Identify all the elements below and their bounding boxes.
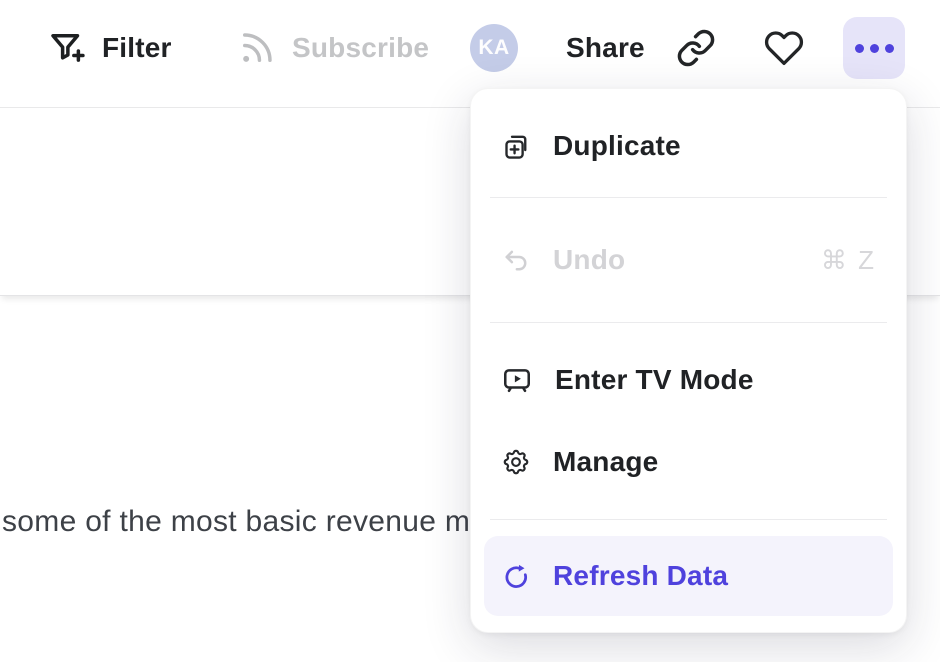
refresh-icon xyxy=(501,561,531,591)
menu-item-label: Duplicate xyxy=(553,130,681,162)
rss-icon xyxy=(236,27,278,69)
share-label: Share xyxy=(566,32,645,64)
menu-item-enter-tv-mode[interactable]: Enter TV Mode xyxy=(484,339,893,421)
menu-item-label: Refresh Data xyxy=(553,560,728,592)
subscribe-label: Subscribe xyxy=(292,32,429,64)
ellipsis-icon xyxy=(855,44,864,53)
menu-divider xyxy=(490,519,887,520)
heart-icon xyxy=(764,28,804,68)
filter-button[interactable]: Filter xyxy=(46,27,172,69)
menu-item-undo[interactable]: Undo ⌘ Z xyxy=(484,214,893,306)
menu-item-label: Undo xyxy=(553,244,625,276)
menu-divider xyxy=(490,322,887,323)
more-options-button[interactable] xyxy=(843,17,905,79)
keyboard-shortcut: ⌘ Z xyxy=(821,245,876,276)
avatar[interactable]: KA xyxy=(470,24,518,72)
filter-label: Filter xyxy=(102,32,172,64)
tv-play-icon xyxy=(501,364,533,396)
avatar-initials: KA xyxy=(478,36,509,60)
menu-item-label: Manage xyxy=(553,446,658,478)
undo-arrow-icon xyxy=(501,245,531,275)
menu-divider xyxy=(490,197,887,198)
subscribe-button[interactable]: Subscribe xyxy=(236,27,429,69)
gear-icon xyxy=(501,447,531,477)
link-icon xyxy=(676,28,716,68)
favorite-button[interactable] xyxy=(764,28,804,68)
copy-plus-icon xyxy=(501,131,531,161)
share-button[interactable]: Share xyxy=(566,32,645,64)
menu-item-duplicate[interactable]: Duplicate xyxy=(484,111,893,181)
menu-item-refresh-data[interactable]: Refresh Data xyxy=(484,536,893,616)
copy-link-button[interactable] xyxy=(676,28,716,68)
menu-item-manage[interactable]: Manage xyxy=(484,421,893,503)
background-paragraph: some of the most basic revenue m xyxy=(2,503,470,541)
menu-item-label: Enter TV Mode xyxy=(555,364,754,396)
context-menu: Duplicate Undo ⌘ Z Enter TV M xyxy=(470,88,907,633)
app-screen: Filter Subscribe KA Share xyxy=(0,0,940,662)
funnel-plus-icon xyxy=(46,27,88,69)
